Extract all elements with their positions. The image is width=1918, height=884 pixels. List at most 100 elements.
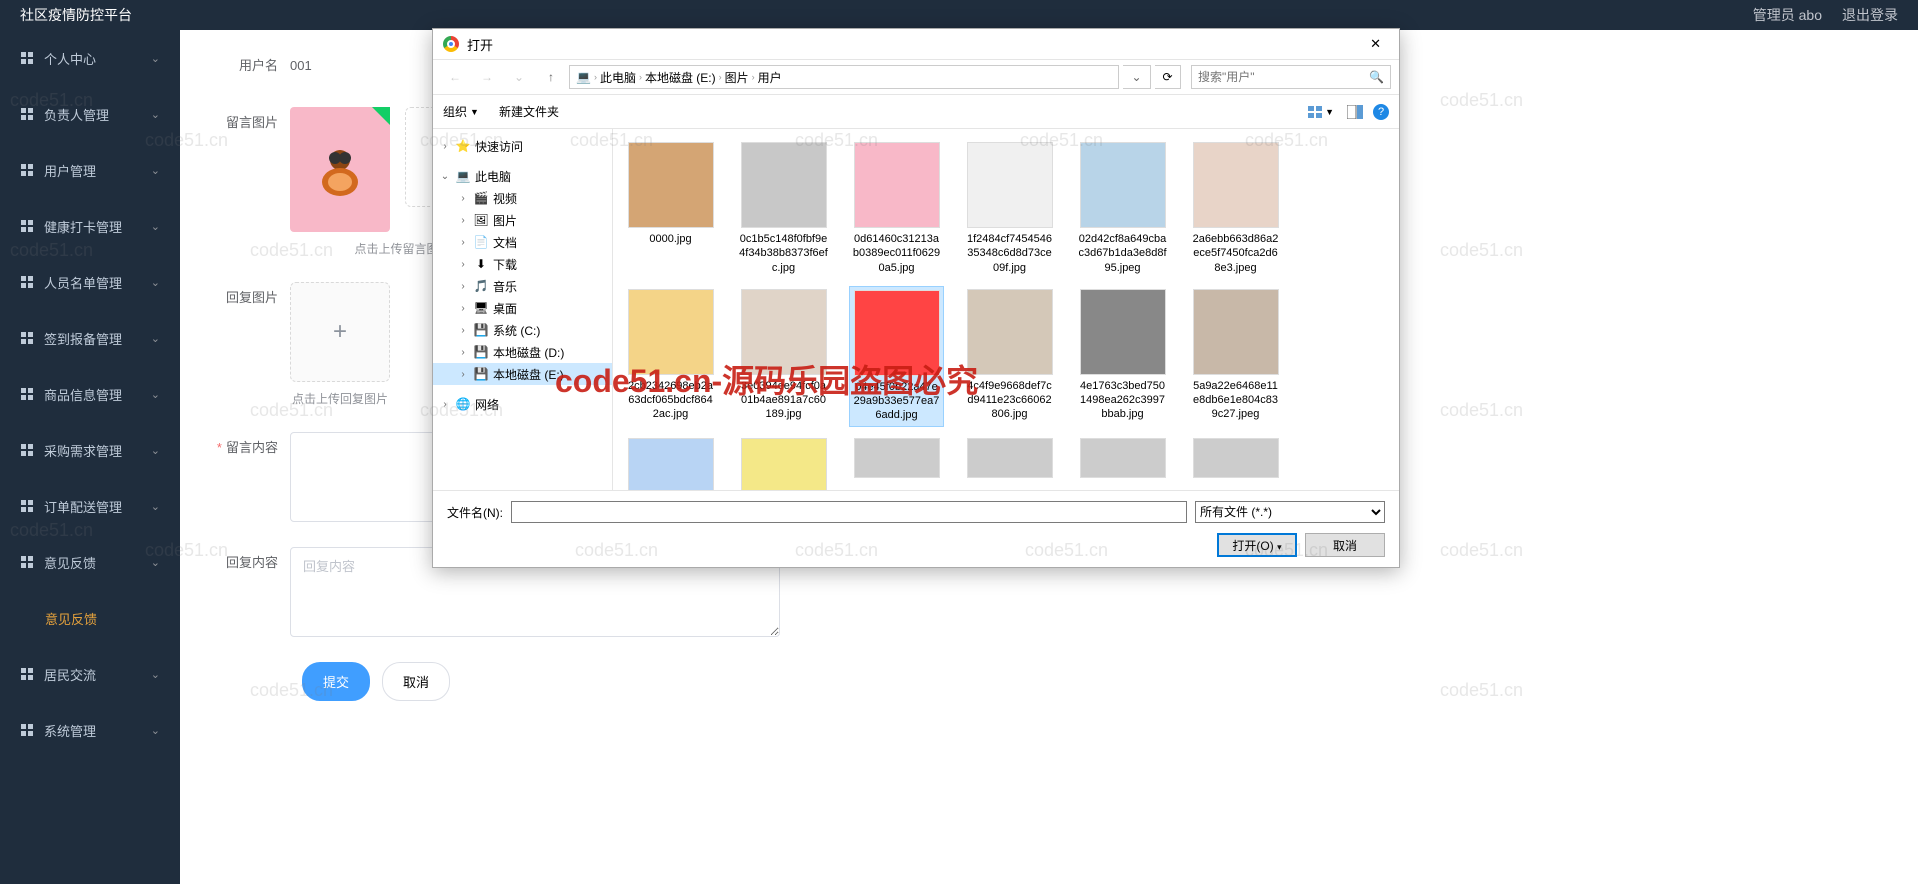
tree-item[interactable]: ›🎵音乐 xyxy=(433,275,612,297)
new-folder-button[interactable]: 新建文件夹 xyxy=(499,103,559,120)
file-name: 04e45f0b22a47e29a9b33e577ea76add.jpg xyxy=(853,380,940,423)
grid-icon xyxy=(20,387,34,401)
chevron-down-icon: ⌄ xyxy=(151,668,160,681)
breadcrumb-item[interactable]: 此电脑 xyxy=(600,69,636,86)
tree-item[interactable]: ›⭐快速访问 xyxy=(433,135,612,157)
tree-item[interactable]: ⌄💻此电脑 xyxy=(433,165,612,187)
sidebar-item-5[interactable]: 签到报备管理⌄ xyxy=(0,310,180,366)
file-item[interactable] xyxy=(1075,435,1170,490)
music-icon: 🎵 xyxy=(473,278,489,294)
file-item[interactable]: 04e45f0b22a47e29a9b33e577ea76add.jpg xyxy=(849,286,944,427)
help-icon[interactable]: ? xyxy=(1373,104,1389,120)
dialog-cancel-button[interactable]: 取消 xyxy=(1305,533,1385,557)
search-box[interactable]: 🔍 xyxy=(1191,65,1391,89)
preview-pane-button[interactable] xyxy=(1347,105,1363,119)
chat-icon xyxy=(20,275,34,289)
breadcrumb-item[interactable]: 图片 xyxy=(725,69,749,86)
file-item[interactable]: 0000.jpg xyxy=(623,139,718,278)
expand-icon[interactable]: › xyxy=(457,303,469,314)
file-item[interactable] xyxy=(849,435,944,490)
organize-menu[interactable]: 组织 ▼ xyxy=(443,103,479,120)
sidebar-item-8[interactable]: 订单配送管理⌄ xyxy=(0,478,180,534)
file-item[interactable]: 5e1e4f6dedb8980c9285503eef35dba.jpeg xyxy=(736,435,831,490)
expand-icon[interactable]: ⌄ xyxy=(439,171,451,182)
file-thumbnail xyxy=(628,438,714,490)
file-thumbnail xyxy=(1193,289,1279,375)
search-input[interactable] xyxy=(1198,70,1369,84)
file-thumbnail xyxy=(854,290,940,376)
breadcrumb-item[interactable]: 本地磁盘 (E:) xyxy=(645,69,716,86)
view-mode-button[interactable]: ▼ xyxy=(1304,102,1337,122)
expand-icon[interactable]: › xyxy=(457,193,469,204)
filetype-select[interactable]: 所有文件 (*.*) xyxy=(1195,501,1385,523)
sidebar-item-6[interactable]: 商品信息管理⌄ xyxy=(0,366,180,422)
expand-icon[interactable]: › xyxy=(457,369,469,380)
file-name: 2a6ebb663d86a2ece5f7450fca2d68e3.jpeg xyxy=(1191,232,1280,275)
expand-icon[interactable]: › xyxy=(457,347,469,358)
drive-icon: 💾 xyxy=(473,366,489,382)
expand-icon[interactable]: › xyxy=(457,215,469,226)
cancel-button[interactable]: 取消 xyxy=(382,662,450,701)
breadcrumb-dropdown[interactable]: ⌄ xyxy=(1123,65,1151,89)
file-item[interactable]: 0c1b5c148f0fbf9e4f34b38b8373f6efc.jpg xyxy=(736,139,831,278)
file-thumbnail xyxy=(628,289,714,375)
sidebar-item-3[interactable]: 健康打卡管理⌄ xyxy=(0,198,180,254)
sidebar-item-7[interactable]: 采购需求管理⌄ xyxy=(0,422,180,478)
expand-icon[interactable]: › xyxy=(457,281,469,292)
tree-item[interactable]: ›📄文档 xyxy=(433,231,612,253)
filename-input[interactable] xyxy=(511,501,1187,523)
logout-link[interactable]: 退出登录 xyxy=(1842,5,1898,25)
open-button[interactable]: 打开(O) ▾ xyxy=(1217,533,1297,557)
sidebar-item-2[interactable]: 用户管理⌄ xyxy=(0,142,180,198)
tree-item[interactable]: ›💾系统 (C:) xyxy=(433,319,612,341)
chevron-down-icon: ⌄ xyxy=(151,444,160,457)
sidebar-item-12[interactable]: 系统管理⌄ xyxy=(0,702,180,758)
nav-recent-button[interactable]: ⌄ xyxy=(505,65,533,89)
sidebar-item-10[interactable]: 意见反馈 xyxy=(0,590,180,646)
sidebar-item-0[interactable]: 个人中心⌄ xyxy=(0,30,180,86)
dialog-close-button[interactable]: ✕ xyxy=(1362,32,1389,56)
sidebar-item-4[interactable]: 人员名单管理⌄ xyxy=(0,254,180,310)
file-item[interactable]: 2cb2342698eb2a63dcf065bdcf8642ac.jpg xyxy=(623,286,718,427)
expand-icon[interactable]: › xyxy=(457,325,469,336)
file-item[interactable]: 02d42cf8a649cbac3d67b1da3e8d8f95.jpeg xyxy=(1075,139,1170,278)
admin-label[interactable]: 管理员 abo xyxy=(1753,5,1822,25)
breadcrumb-item[interactable]: 用户 xyxy=(758,69,782,86)
tree-item-label: 系统 (C:) xyxy=(493,322,540,339)
tree-item[interactable]: ›⬇下载 xyxy=(433,253,612,275)
file-item[interactable]: 3e0394ee94fcf0a01b4ae891a7c60189.jpg xyxy=(736,286,831,427)
chart-icon xyxy=(20,723,34,737)
file-item[interactable]: 1f2484cf745454635348c6d8d73ce09f.jpg xyxy=(962,139,1057,278)
expand-icon[interactable]: › xyxy=(457,259,469,270)
nav-forward-button[interactable]: → xyxy=(473,65,501,89)
tree-item[interactable]: ›💾本地磁盘 (E:) xyxy=(433,363,612,385)
refresh-button[interactable]: ⟳ xyxy=(1155,65,1181,89)
expand-icon[interactable]: › xyxy=(457,237,469,248)
sidebar-item-9[interactable]: 意见反馈⌄ xyxy=(0,534,180,590)
nav-up-button[interactable]: ↑ xyxy=(537,65,565,89)
tree-item-label: 此电脑 xyxy=(475,168,511,185)
chevron-down-icon: ⌄ xyxy=(151,500,160,513)
sidebar-item-1[interactable]: 负责人管理⌄ xyxy=(0,86,180,142)
file-item[interactable]: 2a6ebb663d86a2ece5f7450fca2d68e3.jpeg xyxy=(1188,139,1283,278)
tree-item[interactable]: ›🖥桌面 xyxy=(433,297,612,319)
file-item[interactable]: 4c4f9e9668def7cd9411e23c66062806.jpg xyxy=(962,286,1057,427)
submit-button[interactable]: 提交 xyxy=(302,662,370,701)
file-item[interactable]: 4e1763c3bed7501498ea262c3997bbab.jpg xyxy=(1075,286,1170,427)
tree-item[interactable]: ›🖼图片 xyxy=(433,209,612,231)
tree-item[interactable]: ›🌐网络 xyxy=(433,393,612,415)
msg-image-preview[interactable] xyxy=(290,107,390,232)
file-item[interactable]: 5d5ff5e6a30030a20ab0c5dc523ec623b.jpg xyxy=(623,435,718,490)
file-item[interactable]: 5a9a22e6468e11e8db6e1e804c839c27.jpeg xyxy=(1188,286,1283,427)
file-item[interactable]: 0d61460c31213ab0389ec011f06290a5.jpg xyxy=(849,139,944,278)
breadcrumb[interactable]: 💻 › 此电脑 › 本地磁盘 (E:) › 图片 › 用户 xyxy=(569,65,1119,89)
expand-icon[interactable]: › xyxy=(439,141,451,152)
tree-item[interactable]: ›💾本地磁盘 (D:) xyxy=(433,341,612,363)
tree-item[interactable]: ›🎬视频 xyxy=(433,187,612,209)
sidebar-item-11[interactable]: 居民交流⌄ xyxy=(0,646,180,702)
file-item[interactable] xyxy=(962,435,1057,490)
file-item[interactable] xyxy=(1188,435,1283,490)
nav-back-button[interactable]: ← xyxy=(441,65,469,89)
reply-image-upload[interactable]: + xyxy=(290,282,390,382)
expand-icon[interactable]: › xyxy=(439,399,451,410)
